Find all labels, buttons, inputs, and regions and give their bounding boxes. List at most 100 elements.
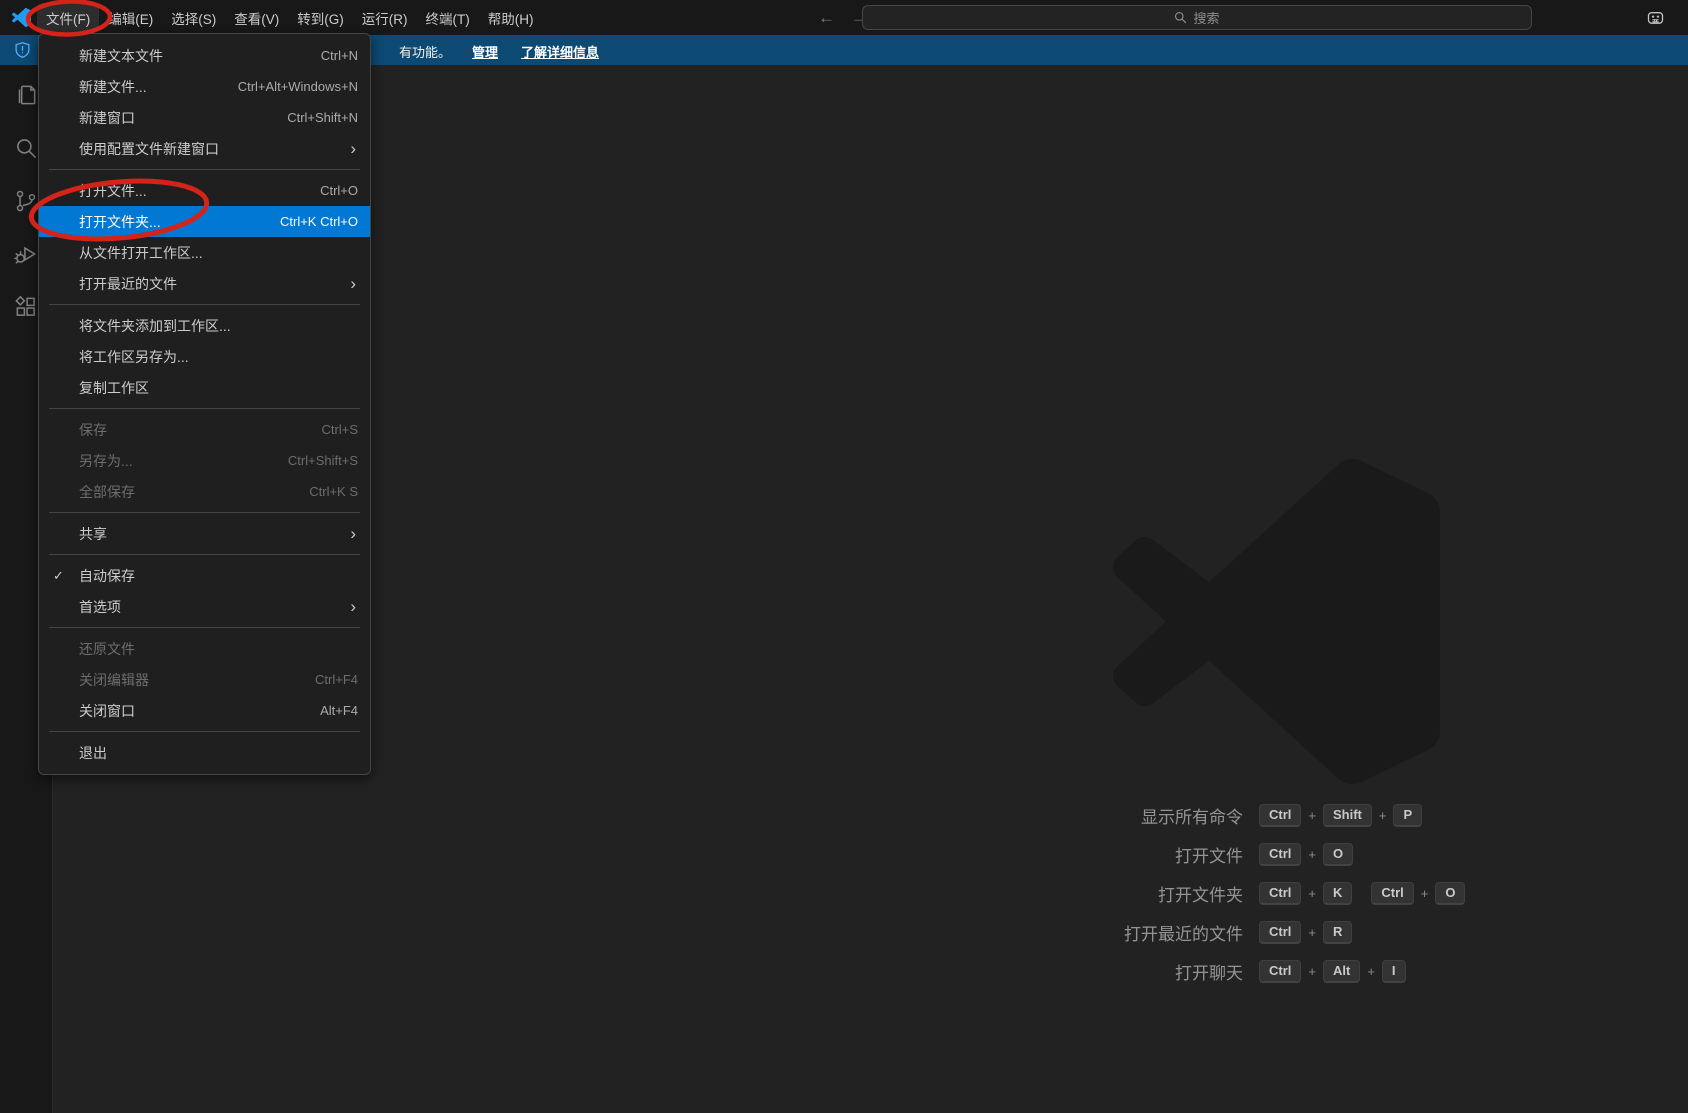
run-debug-icon[interactable] xyxy=(12,240,40,268)
menu-item-label: 新建文件... xyxy=(79,77,238,97)
shield-icon xyxy=(14,41,31,62)
banner-link-learn-more[interactable]: 了解详细信息 xyxy=(521,42,599,61)
menubar-item-help[interactable]: 帮助(H) xyxy=(479,3,543,33)
command-center-search[interactable]: 搜索 xyxy=(862,5,1532,30)
search-icon xyxy=(1174,11,1187,24)
menu-item[interactable]: 将工作区另存为... xyxy=(39,341,370,372)
keycap: R xyxy=(1323,921,1352,944)
menubar-item-run[interactable]: 运行(R) xyxy=(353,3,417,33)
shortcut-hint-row: 打开文件 Ctrl + O xyxy=(1019,841,1619,867)
shortcut-hint-label: 打开最近的文件 xyxy=(1019,920,1243,945)
menu-item-label: 打开文件夹... xyxy=(79,212,280,232)
menu-separator xyxy=(49,408,360,409)
chevron-right-icon: › xyxy=(350,275,356,292)
menu-item[interactable]: 新建窗口Ctrl+Shift+N xyxy=(39,102,370,133)
menu-item-label: 首选项 xyxy=(79,597,350,617)
shortcut-hint-keys: Ctrl+R xyxy=(1259,921,1352,944)
menu-separator xyxy=(49,554,360,555)
menu-item[interactable]: 新建文本文件Ctrl+N xyxy=(39,40,370,71)
menu-item[interactable]: 新建文件...Ctrl+Alt+Windows+N xyxy=(39,71,370,102)
menu-item-label: 关闭编辑器 xyxy=(79,670,315,690)
search-icon[interactable] xyxy=(12,134,40,162)
keycap: Ctrl xyxy=(1259,804,1301,827)
keycap: P xyxy=(1393,804,1422,827)
menu-item-shortcut: Alt+F4 xyxy=(320,703,358,718)
menu-item-shortcut: Ctrl+K Ctrl+O xyxy=(280,214,358,229)
menu-item-label: 将文件夹添加到工作区... xyxy=(79,316,358,336)
menu-item[interactable]: 复制工作区 xyxy=(39,372,370,403)
menubar-item-selection[interactable]: 选择(S) xyxy=(162,3,225,33)
shortcut-hint-label: 打开文件 xyxy=(1019,842,1243,867)
keycap: O xyxy=(1323,843,1353,866)
menu-item[interactable]: 从文件打开工作区... xyxy=(39,237,370,268)
menu-item-label: 打开文件... xyxy=(79,181,320,201)
explorer-icon[interactable] xyxy=(12,81,40,109)
chevron-right-icon: › xyxy=(350,140,356,157)
menu-separator xyxy=(49,169,360,170)
menu-item-label: 自动保存 xyxy=(79,566,358,586)
keycap: Ctrl xyxy=(1259,843,1301,866)
extensions-icon[interactable] xyxy=(12,293,40,321)
menu-item[interactable]: 关闭窗口Alt+F4 xyxy=(39,695,370,726)
vscode-watermark-logo xyxy=(1113,458,1440,785)
menu-item[interactable]: 首选项› xyxy=(39,591,370,622)
menubar-item-edit[interactable]: 编辑(E) xyxy=(99,3,162,33)
shortcut-hint-keys: Ctrl+Alt+I xyxy=(1259,960,1406,983)
menubar-item-file[interactable]: 文件(F) xyxy=(37,3,99,33)
menu-item-label: 新建窗口 xyxy=(79,108,287,128)
file-menu-dropdown: 新建文本文件Ctrl+N新建文件...Ctrl+Alt+Windows+N新建窗… xyxy=(38,33,371,775)
menubar-item-goto[interactable]: 转到(G) xyxy=(288,3,353,33)
shortcut-hint-keys: Ctrl + O xyxy=(1259,843,1353,866)
menu-item: 保存Ctrl+S xyxy=(39,414,370,445)
banner-link-manage[interactable]: 管理 xyxy=(472,42,498,61)
watermark-shortcut-hints: 显示所有命令Ctrl+Shift+P打开文件Ctrl+O打开文件夹Ctrl+KC… xyxy=(1019,802,1619,984)
menu-separator xyxy=(49,731,360,732)
menu-item: 全部保存Ctrl+K S xyxy=(39,476,370,507)
menu-item: 关闭编辑器Ctrl+F4 xyxy=(39,664,370,695)
menu-item[interactable]: 退出 xyxy=(39,737,370,768)
menu-item[interactable]: 打开文件夹...Ctrl+K Ctrl+O xyxy=(39,206,370,237)
shortcut-hint-row: 打开聊天Ctrl+Alt+I xyxy=(1019,958,1619,984)
menu-item-shortcut: Ctrl+Shift+S xyxy=(288,453,358,468)
menu-item-label: 从文件打开工作区... xyxy=(79,243,358,263)
menu-item[interactable]: 将文件夹添加到工作区... xyxy=(39,310,370,341)
menu-item[interactable]: 共享› xyxy=(39,518,370,549)
menu-item: 还原文件 xyxy=(39,633,370,664)
copilot-icon[interactable] xyxy=(1645,7,1666,33)
menu-item-label: 退出 xyxy=(79,743,358,763)
nav-back-button[interactable]: ← xyxy=(818,8,835,28)
shortcut-hint-keys: Ctrl+Shift+P xyxy=(1259,804,1422,827)
menu-item[interactable]: 打开文件...Ctrl+O xyxy=(39,175,370,206)
shortcut-hint-label: 打开文件夹 xyxy=(1019,881,1243,906)
menubar-item-view[interactable]: 查看(V) xyxy=(225,3,288,33)
menu-item-shortcut: Ctrl+F4 xyxy=(315,672,358,687)
vscode-window: 显示所有命令Ctrl+Shift+P打开文件Ctrl+O打开文件夹Ctrl+KC… xyxy=(0,0,1688,1113)
keycap: Ctrl xyxy=(1371,882,1413,905)
menu-item[interactable]: 使用配置文件新建窗口› xyxy=(39,133,370,164)
shortcut-hint-row: 打开文件夹Ctrl+KCtrl+O xyxy=(1019,880,1619,906)
menubar-item-terminal[interactable]: 终端(T) xyxy=(417,3,479,33)
plus-separator: + xyxy=(1308,847,1316,862)
keycap: O xyxy=(1435,882,1465,905)
menu-item-label: 还原文件 xyxy=(79,639,358,659)
menu-separator xyxy=(49,627,360,628)
keycap: Alt xyxy=(1323,960,1360,983)
source-control-icon[interactable] xyxy=(12,187,40,215)
menu-item-shortcut: Ctrl+O xyxy=(320,183,358,198)
menu-item-shortcut: Ctrl+Shift+N xyxy=(287,110,358,125)
banner-text-fragment: 有功能。 xyxy=(399,42,451,61)
vscode-logo-icon xyxy=(12,8,31,27)
plus-separator: + xyxy=(1308,964,1316,979)
menu-item-shortcut: Ctrl+S xyxy=(322,422,358,437)
keycap: Ctrl xyxy=(1259,960,1301,983)
menu-item[interactable]: 打开最近的文件› xyxy=(39,268,370,299)
keycap: K xyxy=(1323,882,1352,905)
menu-item-shortcut: Ctrl+N xyxy=(321,48,358,63)
plus-separator: + xyxy=(1367,964,1375,979)
menu-item-label: 新建文本文件 xyxy=(79,46,321,66)
menu-item-label: 共享 xyxy=(79,524,350,544)
menu-item[interactable]: ✓自动保存 xyxy=(39,560,370,591)
shortcut-hint-row: 打开最近的文件 Ctrl+R xyxy=(1019,919,1619,945)
menu-separator xyxy=(49,304,360,305)
menu-item-label: 另存为... xyxy=(79,451,288,471)
